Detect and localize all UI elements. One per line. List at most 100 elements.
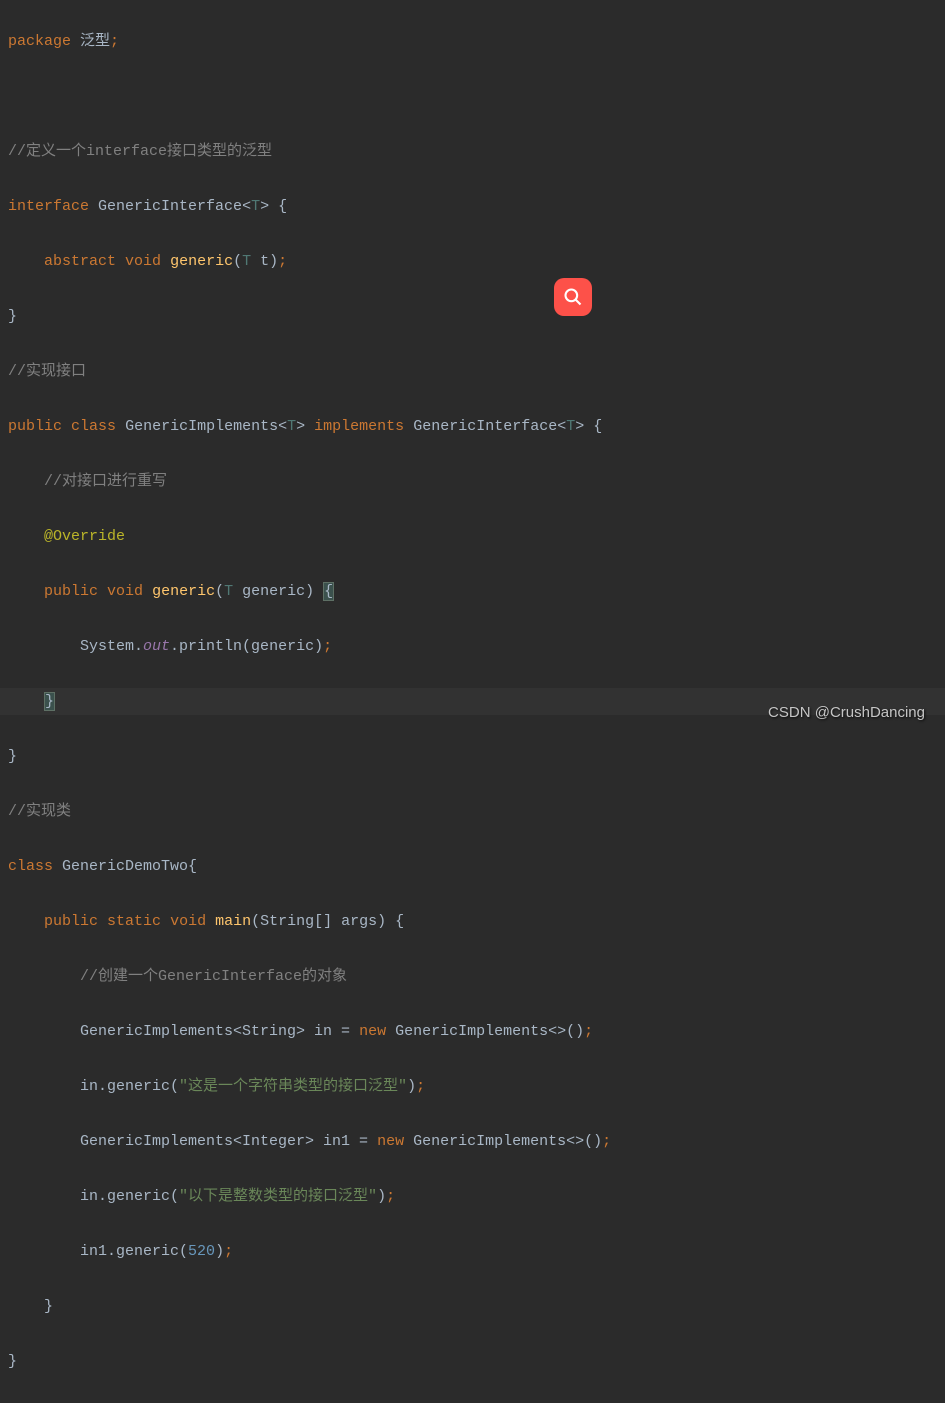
code-line: public static void main(String[] args) { xyxy=(0,908,945,936)
brace: } xyxy=(8,308,17,325)
watermark: CSDN @CrushDancing xyxy=(768,699,925,727)
brace-close-highlight: } xyxy=(44,692,55,711)
search-icon xyxy=(563,287,583,307)
var-decl: GenericImplements<String> in = xyxy=(80,1023,359,1040)
semicolon: ; xyxy=(278,253,287,270)
keyword-void: void xyxy=(170,913,206,930)
string-literal: "以下是整数类型的接口泛型" xyxy=(179,1188,377,1205)
keyword-public: public xyxy=(44,913,98,930)
brace: } xyxy=(44,1298,53,1315)
code-line: //对接口进行重写 xyxy=(0,468,945,496)
comment: //创建一个GenericInterface的对象 xyxy=(80,968,347,985)
keyword-package: package xyxy=(8,33,71,50)
semicolon: ; xyxy=(323,638,332,655)
keyword-public: public xyxy=(8,418,62,435)
code-line: abstract void generic(T t); xyxy=(0,248,945,276)
keyword-public: public xyxy=(44,583,98,600)
code-line: } xyxy=(0,1348,945,1376)
code-line: in.generic("这是一个字符串类型的接口泛型"); xyxy=(0,1073,945,1101)
number-literal: 520 xyxy=(188,1243,215,1260)
comment: //实现接口 xyxy=(8,363,86,380)
class-name: GenericDemoTwo{ xyxy=(62,858,197,875)
paren: ( xyxy=(233,253,242,270)
method-call: in1.generic( xyxy=(80,1243,188,1260)
code-line: //定义一个interface接口类型的泛型 xyxy=(0,138,945,166)
bracket: < xyxy=(278,418,287,435)
type-param: T xyxy=(287,418,296,435)
code-line: in1.generic(520); xyxy=(0,1238,945,1266)
brace: } xyxy=(8,748,17,765)
main-method: main xyxy=(215,913,251,930)
keyword-implements: implements xyxy=(314,418,404,435)
out-field: out xyxy=(143,638,170,655)
bracket: < xyxy=(242,198,251,215)
semicolon: ; xyxy=(386,1188,395,1205)
code-line: package 泛型; xyxy=(0,28,945,56)
code-line: interface GenericInterface<T> { xyxy=(0,193,945,221)
keyword-static: static xyxy=(107,913,161,930)
bracket: > xyxy=(260,198,269,215)
paren: ) xyxy=(407,1078,416,1095)
constructor: GenericImplements<>() xyxy=(404,1133,602,1150)
interface-name: GenericInterface xyxy=(98,198,242,215)
params: (String[] args) { xyxy=(251,913,404,930)
code-line: } xyxy=(0,743,945,771)
semicolon: ; xyxy=(602,1133,611,1150)
keyword-new: new xyxy=(359,1023,386,1040)
type-param: T xyxy=(566,418,575,435)
keyword-class: class xyxy=(8,858,53,875)
package-name: 泛型 xyxy=(80,33,110,50)
method-call: .println(generic) xyxy=(170,638,323,655)
param: generic) xyxy=(233,583,323,600)
method-call: in.generic( xyxy=(80,1078,179,1095)
code-line xyxy=(0,83,945,111)
keyword-abstract: abstract xyxy=(44,253,116,270)
keyword-void: void xyxy=(125,253,161,270)
code-line: GenericImplements<Integer> in1 = new Gen… xyxy=(0,1128,945,1156)
var-decl: GenericImplements<Integer> in1 = xyxy=(80,1133,377,1150)
code-line: System.out.println(generic); xyxy=(0,633,945,661)
code-line: public class GenericImplements<T> implem… xyxy=(0,413,945,441)
method-call: in.generic( xyxy=(80,1188,179,1205)
bracket: < xyxy=(557,418,566,435)
bracket: > xyxy=(296,418,305,435)
constructor: GenericImplements<>() xyxy=(386,1023,584,1040)
brace: { xyxy=(584,418,602,435)
semicolon: ; xyxy=(584,1023,593,1040)
code-line: } xyxy=(0,303,945,331)
semicolon: ; xyxy=(416,1078,425,1095)
code-line: //创建一个GenericInterface的对象 xyxy=(0,963,945,991)
keyword-void: void xyxy=(107,583,143,600)
comment: //定义一个interface接口类型的泛型 xyxy=(8,143,272,160)
semicolon: ; xyxy=(110,33,119,50)
bracket: > xyxy=(575,418,584,435)
code-line: //实现类 xyxy=(0,798,945,826)
code-line: public void generic(T generic) { xyxy=(0,578,945,606)
code-line: } xyxy=(0,1293,945,1321)
keyword-class: class xyxy=(71,418,116,435)
class-name: GenericImplements xyxy=(125,418,278,435)
method-name: generic xyxy=(152,583,215,600)
paren: ) xyxy=(215,1243,224,1260)
type-param: T xyxy=(224,583,233,600)
code-line: in.generic("以下是整数类型的接口泛型"); xyxy=(0,1183,945,1211)
paren: ) xyxy=(377,1188,386,1205)
interface-name: GenericInterface xyxy=(413,418,557,435)
search-button[interactable] xyxy=(554,278,592,316)
annotation: @Override xyxy=(44,528,125,545)
keyword-new: new xyxy=(377,1133,404,1150)
type-param: T xyxy=(251,198,260,215)
comment: //对接口进行重写 xyxy=(44,473,167,490)
code-line: @Override xyxy=(0,523,945,551)
method-name: generic xyxy=(170,253,233,270)
paren: ( xyxy=(215,583,224,600)
code-line: GenericImplements<String> in = new Gener… xyxy=(0,1018,945,1046)
keyword-interface: interface xyxy=(8,198,89,215)
brace-open-highlight: { xyxy=(323,582,334,601)
brace: { xyxy=(269,198,287,215)
param: t) xyxy=(251,253,278,270)
code-line: //实现接口 xyxy=(0,358,945,386)
code-line: class GenericDemoTwo{ xyxy=(0,853,945,881)
string-literal: "这是一个字符串类型的接口泛型" xyxy=(179,1078,407,1095)
brace: } xyxy=(8,1353,17,1370)
